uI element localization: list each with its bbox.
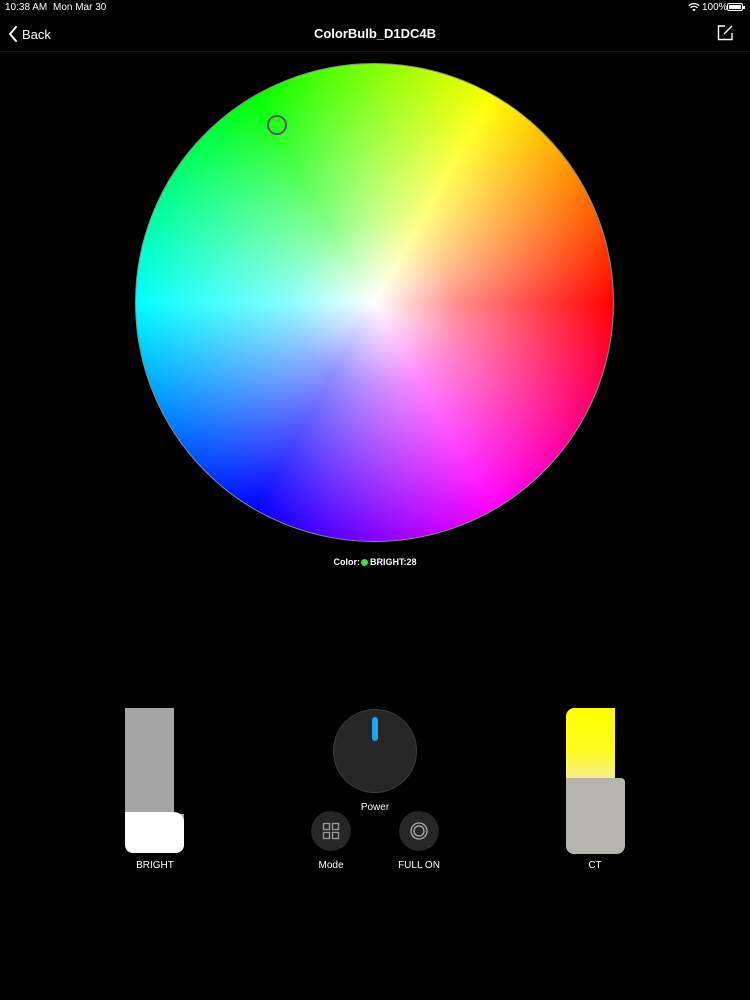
status-time: 10:38 AM — [5, 2, 48, 13]
full-on-label: FULL ON — [398, 860, 440, 871]
battery-percent: 100% — [702, 2, 728, 13]
edit-icon[interactable] — [716, 24, 734, 42]
page-title: ColorBulb_D1DC4B — [313, 26, 437, 41]
power-indicator — [372, 717, 378, 741]
mode-label: Mode — [318, 860, 344, 871]
color-wheel-selector[interactable] — [267, 115, 287, 135]
status-date: Mon Mar 30 — [53, 2, 107, 13]
nav-bar: Back ColorBulb_D1DC4B — [0, 16, 750, 52]
ct-slider[interactable] — [566, 708, 625, 854]
wifi-icon — [688, 2, 700, 12]
bright-slider-fill — [125, 812, 184, 853]
ct-slider-fill — [566, 778, 625, 854]
bright-label: BRIGHT — [136, 860, 174, 871]
bright-value: BRIGHT:28 — [369, 557, 417, 567]
battery-icon — [727, 3, 745, 11]
status-bar: 10:38 AM Mon Mar 30 100% — [0, 0, 750, 16]
color-info: Color: BRIGHT:28 — [0, 557, 750, 567]
power-knob[interactable] — [333, 709, 417, 793]
concentric-circles-icon — [410, 822, 428, 840]
ct-label: CT — [588, 860, 602, 871]
mode-button[interactable] — [311, 811, 351, 851]
grid-icon — [322, 822, 340, 840]
selected-color-dot — [360, 558, 368, 566]
color-wheel[interactable] — [135, 63, 614, 542]
color-label: Color: — [333, 557, 360, 567]
bright-slider[interactable] — [125, 708, 184, 853]
power-label: Power — [360, 802, 390, 813]
full-on-button[interactable] — [399, 811, 439, 851]
bright-slider-notch — [174, 708, 184, 814]
